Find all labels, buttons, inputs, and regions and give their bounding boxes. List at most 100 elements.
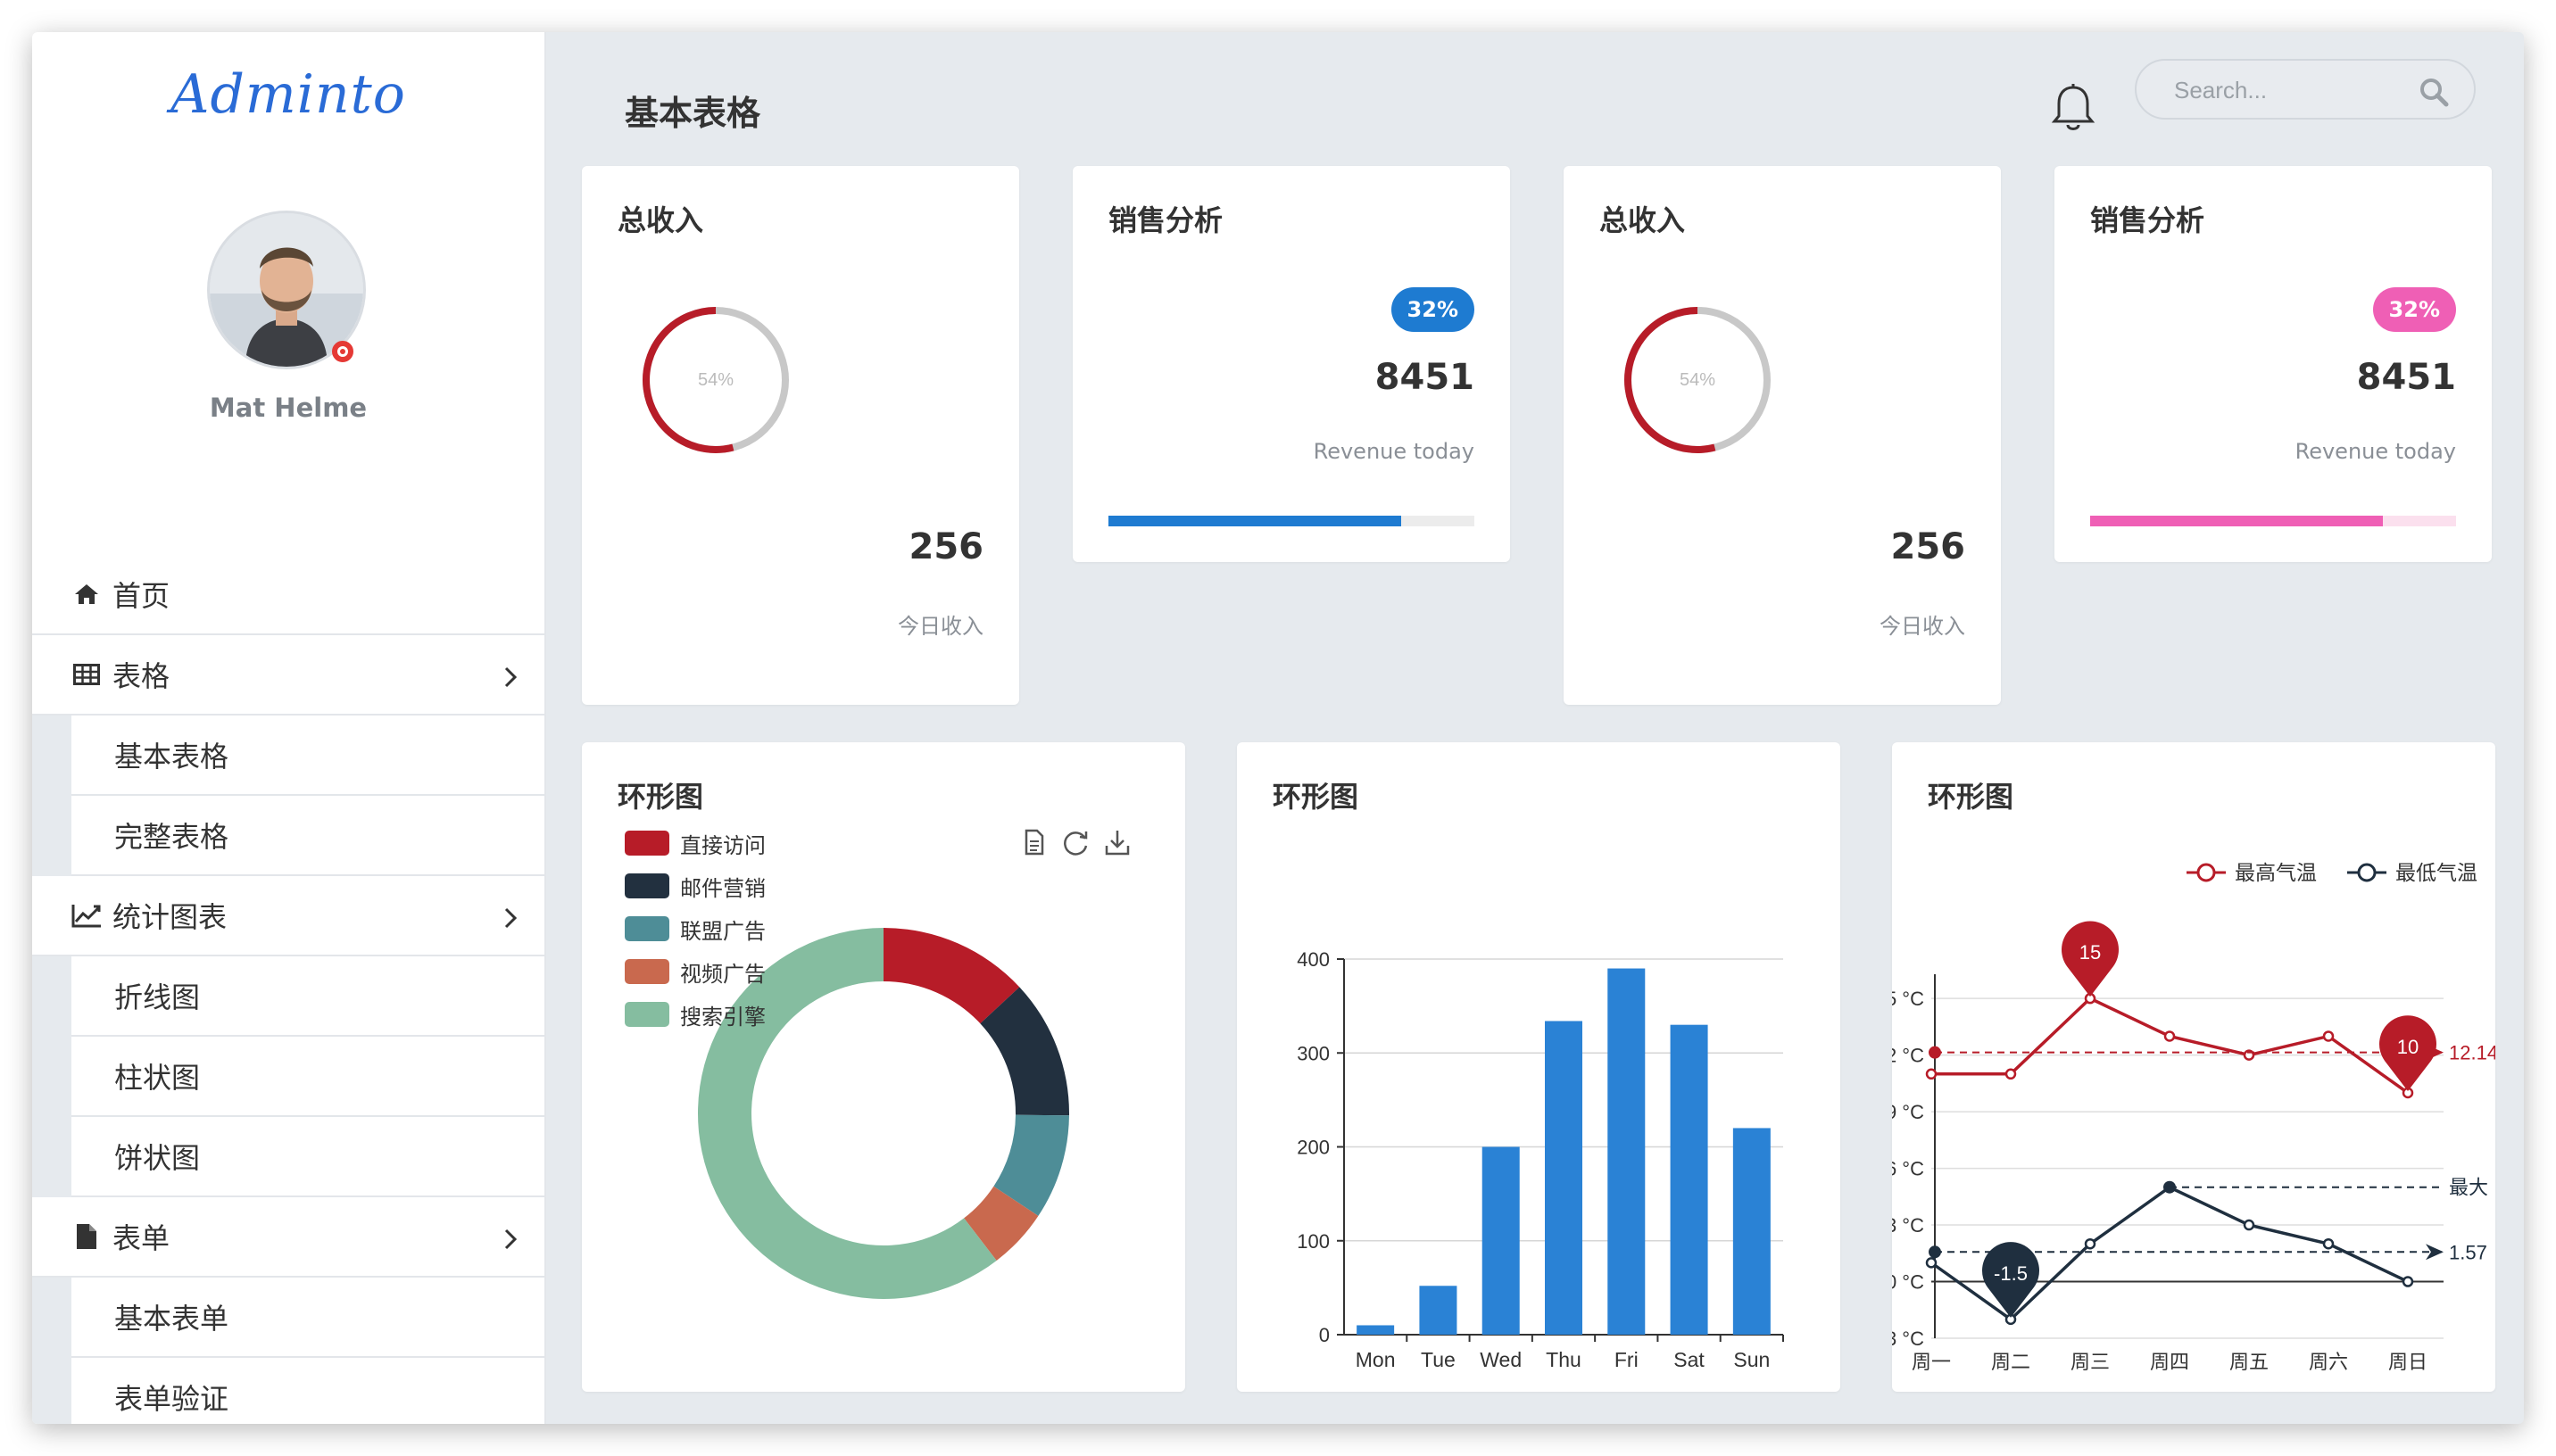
percent-badge: 32% (1390, 287, 1474, 332)
sales-caption: Revenue today (1313, 439, 1474, 464)
y-tick-label: 200 (1297, 1137, 1330, 1159)
status-indicator (332, 341, 353, 362)
x-tick-label: 周一 (1912, 1351, 1951, 1373)
legend-label: 视频广告 (680, 961, 766, 987)
data-point (2084, 1237, 2096, 1250)
legend-label: 最高气温 (2235, 861, 2317, 884)
nav-sub-line-chart[interactable]: 折线图 (71, 956, 544, 1037)
legend-swatch (625, 831, 669, 856)
nav-home-label: 首页 (112, 579, 170, 613)
nav-charts-label: 统计图表 (112, 900, 228, 934)
line-panel: 环形图 3 °C0 °C3 °C6 °C9 °C2 °C5 °C周一周二周三周四… (1892, 742, 2495, 1392)
home-icon (71, 581, 102, 608)
average-start-marker (1929, 1046, 1941, 1059)
bar (1732, 1128, 1771, 1335)
x-tick-label: Mon (1356, 1348, 1396, 1371)
nav-sub-basic-form[interactable]: 基本表单 (71, 1278, 544, 1358)
income-caption: 今日收入 (1880, 614, 1965, 639)
x-tick-label: Wed (1480, 1348, 1522, 1371)
legend-marker (2357, 863, 2377, 882)
bar (1670, 1024, 1708, 1335)
submenu-indent (32, 956, 71, 1197)
x-tick-label: 周三 (2071, 1351, 2110, 1373)
chevron-right-icon (503, 662, 518, 696)
nav-sub-form-validation[interactable]: 表单验证 (71, 1358, 544, 1424)
x-tick-label: 周日 (2388, 1351, 2427, 1373)
legend-item[interactable]: 邮件营销 (625, 873, 766, 901)
income-card: 总收入 54% 256 今日收入 (582, 166, 1019, 705)
search-box[interactable] (2135, 59, 2476, 120)
legend-item[interactable]: 直接访问 (625, 830, 766, 858)
x-tick-label: Thu (1546, 1348, 1581, 1371)
legend-item[interactable]: 联盟广告 (625, 915, 766, 944)
x-tick-label: Fri (1614, 1348, 1639, 1371)
legend-item[interactable]: 视频广告 (625, 958, 766, 987)
sales-progress-bar (2090, 516, 2456, 526)
legend-label: 搜索引擎 (680, 1004, 766, 1030)
x-tick-label: 周二 (1991, 1351, 2030, 1373)
sales-progress-bar (1108, 516, 1474, 526)
ring-percent-label: 54% (698, 370, 734, 390)
data-point (2004, 1068, 2017, 1080)
chevron-right-icon (503, 903, 518, 937)
y-tick-label: 0 °C (1892, 1271, 1924, 1294)
legend-swatch (625, 1002, 669, 1027)
min-pin-label: 10 (2397, 1036, 2419, 1058)
series-line (1931, 997, 2410, 1095)
submenu-indent (32, 716, 71, 876)
percent-badge: 32% (2372, 287, 2456, 332)
x-tick-label: 周四 (2150, 1351, 2189, 1373)
y-tick-label: 400 (1297, 948, 1330, 971)
nav-sub-pie-chart[interactable]: 饼状图 (71, 1117, 544, 1197)
card-title: 销售分析 (1108, 203, 1224, 237)
legend-swatch (625, 916, 669, 941)
x-tick-label: 周六 (2309, 1351, 2348, 1373)
nav-sub-basic-table[interactable]: 基本表格 (71, 716, 544, 796)
y-tick-label: 3 °C (1892, 1328, 1924, 1350)
y-tick-label: 9 °C (1892, 1101, 1924, 1123)
data-point (2402, 1276, 2414, 1287)
income-card: 总收入 54% 256 今日收入 (1564, 166, 2001, 705)
bar (1545, 1021, 1582, 1335)
search-icon[interactable] (2419, 77, 2449, 111)
x-tick-label: Tue (1421, 1348, 1456, 1371)
y-tick-label: 3 °C (1892, 1214, 1924, 1237)
card-title: 总收入 (618, 203, 704, 237)
nav-forms[interactable]: 表单 (32, 1197, 544, 1278)
sidebar: Adminto Mat Helme 首页 表格 基本表格 完整表格 统计图表 折… (32, 32, 546, 1424)
nav-charts[interactable]: 统计图表 (32, 876, 544, 956)
bar-chart: 0 100 200 300 400 Mon Tue Wed Thu Fri Sat Sun (1297, 948, 1784, 1371)
page-title: 基本表格 (625, 94, 761, 133)
sales-value: 8451 (2356, 357, 2456, 398)
nav-tables[interactable]: 表格 (32, 635, 544, 716)
brand-logo[interactable]: Adminto (32, 32, 544, 157)
chevron-right-icon (503, 1224, 518, 1258)
y-tick-label: 6 °C (1892, 1158, 1924, 1180)
submenu-indent (32, 1278, 71, 1424)
average-label: 12.14 (2449, 1042, 2495, 1064)
legend-item: 最高气温 (2187, 861, 2317, 884)
nav-home[interactable]: 首页 (32, 555, 544, 635)
x-tick-label: Sat (1673, 1348, 1705, 1371)
card-title: 总收入 (1599, 203, 1686, 237)
income-ring: 54% (1624, 307, 1771, 453)
bell-icon[interactable] (2051, 84, 2095, 136)
nav-tables-label: 表格 (112, 659, 170, 693)
legend-item: 最低气温 (2347, 861, 2477, 884)
nav-sub-bar-chart[interactable]: 柱状图 (71, 1037, 544, 1117)
user-name[interactable]: Mat Helme (32, 393, 544, 423)
search-input[interactable] (2172, 73, 2417, 107)
x-tick-label: 周五 (2229, 1351, 2269, 1373)
y-tick-label: 5 °C (1892, 988, 1924, 1010)
nav-sub-full-table[interactable]: 完整表格 (71, 796, 544, 876)
legend-item[interactable]: 搜索引擎 (625, 1001, 766, 1030)
data-point (2322, 1237, 2335, 1250)
card-title: 销售分析 (2090, 203, 2205, 237)
legend-label: 联盟广告 (680, 918, 766, 944)
average-label: 1.57 (2449, 1241, 2487, 1263)
y-tick-label: 100 (1297, 1230, 1330, 1253)
max-pin-label: 15 (2079, 941, 2101, 964)
bar (1481, 1146, 1520, 1335)
average-start-marker (1929, 1245, 1941, 1259)
legend-marker (2196, 863, 2216, 882)
